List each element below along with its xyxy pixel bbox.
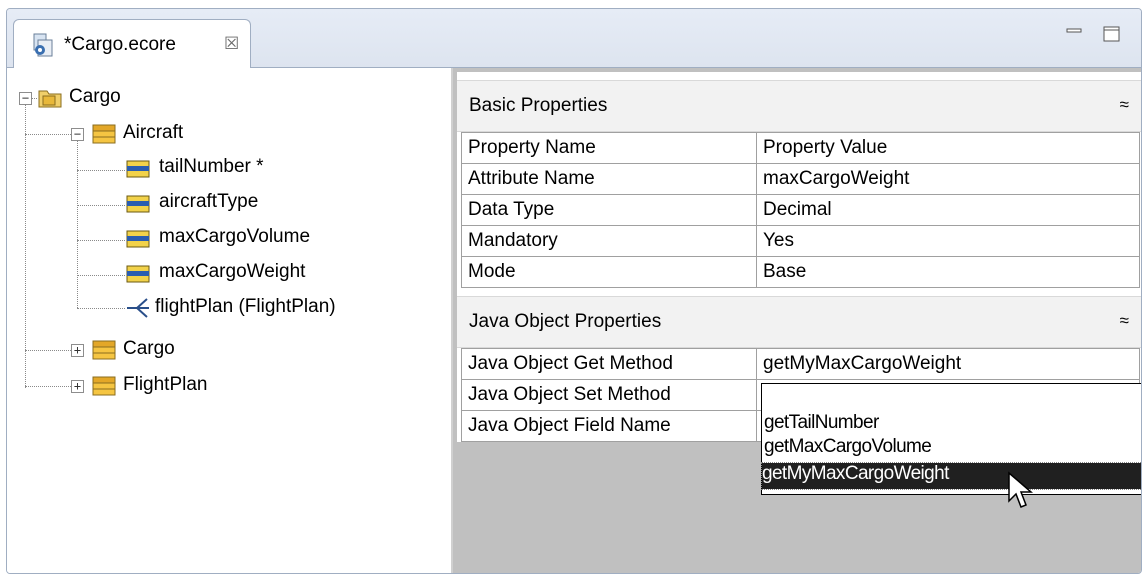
get-method-combo[interactable]: getMyMaxCargoWeight [756, 348, 1140, 380]
tree-class-cargo[interactable]: Cargo [123, 338, 175, 360]
table-header-row: Property Name Property Value [461, 132, 1140, 164]
collapse-icon[interactable]: ≈ [1120, 311, 1129, 331]
property-name: Attribute Name [461, 163, 757, 195]
tab-title: *Cargo.ecore [64, 34, 176, 55]
tree-class-aircraft[interactable]: Aircraft [123, 122, 183, 144]
property-value[interactable]: maxCargoWeight [756, 163, 1140, 195]
tree-class-flightplan[interactable]: FlightPlan [123, 374, 208, 396]
ecore-file-icon [33, 33, 53, 57]
tree-root-label[interactable]: Cargo [69, 86, 121, 108]
property-name: Mandatory [461, 225, 757, 257]
property-value[interactable]: Decimal [756, 194, 1140, 226]
property-value[interactable]: Base [756, 256, 1140, 288]
column-header: Property Name [461, 132, 757, 164]
basic-properties-header[interactable]: Basic Properties ≈ [457, 80, 1141, 132]
basic-properties-table: Property Name Property Value Attribute N… [461, 132, 1140, 288]
reference-icon [127, 298, 149, 318]
property-value[interactable]: Yes [756, 225, 1140, 257]
section-title: Basic Properties [469, 95, 608, 116]
tree-attribute[interactable]: maxCargoWeight [159, 261, 305, 283]
tab-close-icon[interactable]: ☒ [224, 34, 239, 54]
class-icon [92, 340, 116, 360]
tree-reference[interactable]: flightPlan (FlightPlan) [155, 296, 336, 318]
table-row[interactable]: Data Type Decimal [461, 194, 1140, 226]
attribute-icon [126, 230, 150, 248]
maximize-icon[interactable] [1101, 23, 1123, 45]
property-name: Java Object Get Method [461, 348, 757, 380]
model-tree: − Cargo − Aircraft tailNumber * aircraft… [7, 68, 447, 573]
dropdown-option-selected[interactable]: getMyMaxCargoWeight [761, 462, 1141, 490]
tree-attribute[interactable]: tailNumber * [159, 156, 264, 178]
section-title: Java Object Properties [469, 311, 662, 332]
collapse-icon[interactable]: ≈ [1120, 95, 1129, 115]
dropdown-option[interactable]: getMaxCargoVolume [764, 436, 932, 458]
column-header: Property Value [756, 132, 1140, 164]
table-row[interactable]: Mode Base [461, 256, 1140, 288]
tree-attribute[interactable]: maxCargoVolume [159, 226, 310, 248]
attribute-icon [126, 160, 150, 178]
property-name: Data Type [461, 194, 757, 226]
tab-bar: *Cargo.ecore ☒ [7, 9, 1141, 70]
package-icon [38, 90, 62, 108]
property-name: Java Object Set Method [461, 379, 757, 411]
mouse-cursor-icon [1008, 471, 1034, 508]
editor-tab[interactable]: *Cargo.ecore ☒ [13, 19, 251, 70]
method-dropdown-list[interactable]: getTailNumber getMaxCargoVolume getMyMax… [761, 383, 1141, 495]
editor-window: *Cargo.ecore ☒ − Cargo − Aircraft tailNu… [6, 8, 1142, 574]
property-name: Mode [461, 256, 757, 288]
property-name: Java Object Field Name [461, 410, 757, 442]
java-properties-header[interactable]: Java Object Properties ≈ [457, 296, 1141, 348]
table-row[interactable]: Attribute Name maxCargoWeight [461, 163, 1140, 195]
cargo-expand-icon[interactable]: + [71, 344, 84, 357]
dropdown-option[interactable]: getTailNumber [764, 412, 879, 434]
table-row[interactable]: Mandatory Yes [461, 225, 1140, 257]
tree-attribute[interactable]: aircraftType [159, 191, 258, 213]
minimize-icon[interactable] [1063, 23, 1085, 45]
table-row[interactable]: Java Object Get Method getMyMaxCargoWeig… [461, 348, 1140, 380]
class-icon [92, 376, 116, 396]
attribute-icon [126, 195, 150, 213]
class-icon [92, 124, 116, 144]
attribute-icon [126, 265, 150, 283]
flightplan-expand-icon[interactable]: + [71, 380, 84, 393]
